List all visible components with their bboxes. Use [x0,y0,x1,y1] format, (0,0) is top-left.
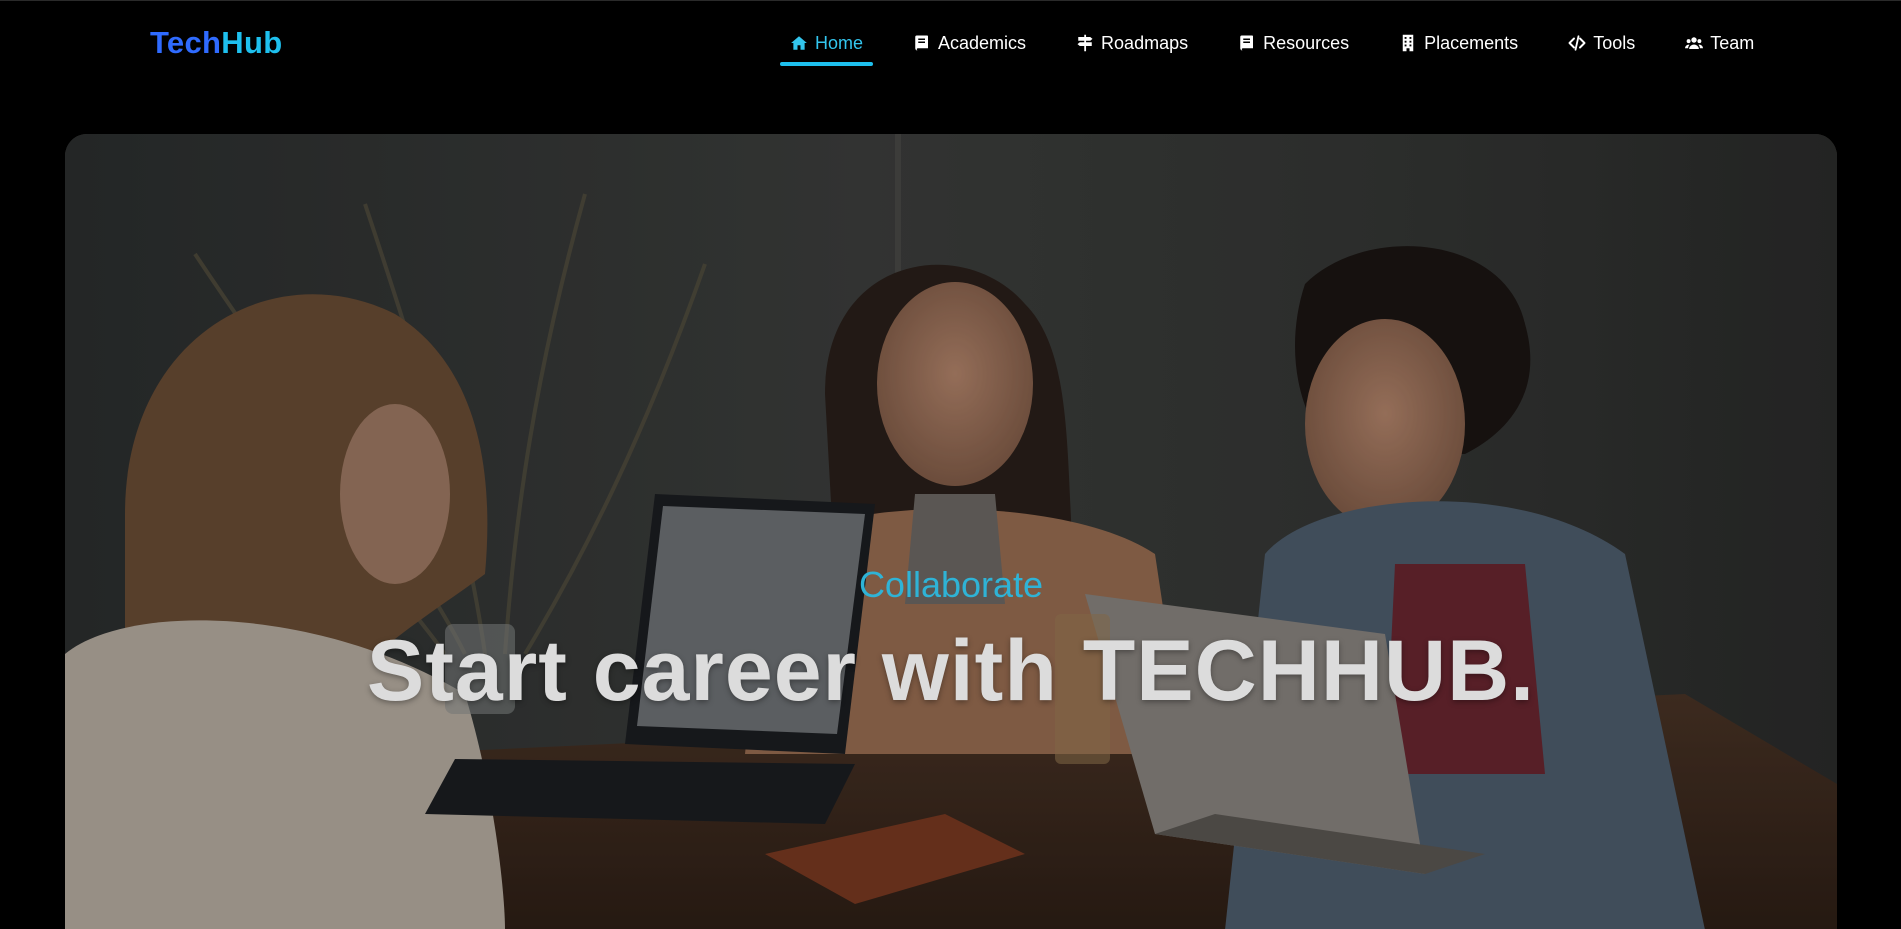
nav-label-resources: Resources [1263,32,1350,53]
building-icon [1399,34,1417,52]
home-icon [790,34,808,52]
nav-item-academics[interactable]: Academics [903,23,1036,63]
nav-label-academics: Academics [938,32,1027,53]
nav-label-team: Team [1710,32,1755,53]
nav-item-resources[interactable]: Resources [1228,23,1359,63]
nav-label-placements: Placements [1424,32,1519,53]
book-icon [913,34,931,52]
page: TechHub Home Academics Roadmaps Resource… [0,0,1901,929]
signpost-icon [1076,34,1094,52]
main-nav: Home Academics Roadmaps Resources Placem… [780,23,1764,66]
nav-item-roadmaps[interactable]: Roadmaps [1066,23,1198,63]
logo-part-tech: Tech [150,25,222,60]
logo[interactable]: TechHub [150,25,282,61]
nav-item-team[interactable]: Team [1675,23,1764,63]
nav-item-placements[interactable]: Placements [1389,23,1528,63]
hero-subtitle: Collaborate [858,564,1044,605]
nav-item-tools[interactable]: Tools [1558,23,1645,63]
nav-label-roadmaps: Roadmaps [1101,32,1189,53]
book-icon [1238,34,1256,52]
hero-banner: Collaborate Start career with TECHHUB. [65,134,1837,929]
hero-overlay [65,134,1837,929]
nav-label-tools: Tools [1593,32,1636,53]
nav-item-home[interactable]: Home [780,23,874,66]
code-icon [1568,34,1586,52]
users-icon [1685,34,1704,52]
hero-title: Start career with TECHHUB. [366,623,1536,719]
logo-part-hub: Hub [221,25,283,60]
nav-label-home: Home [815,32,864,53]
navbar: TechHub Home Academics Roadmaps Resource… [0,1,1901,85]
